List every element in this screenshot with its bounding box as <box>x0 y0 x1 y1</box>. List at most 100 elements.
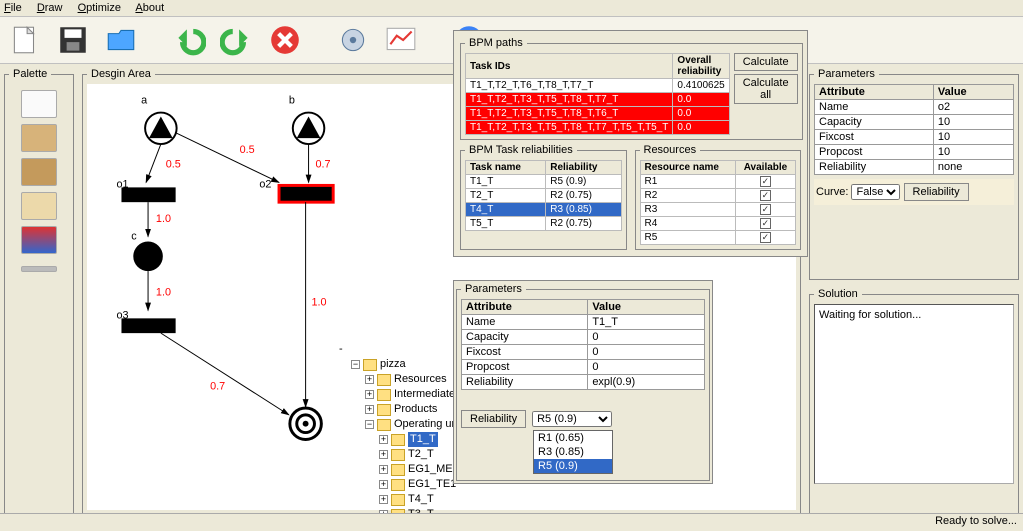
tree-expand-icon[interactable]: + <box>379 465 388 474</box>
palette-item-2[interactable] <box>21 124 57 152</box>
param-reliability[interactable]: none <box>933 160 1013 175</box>
checkbox[interactable]: ✓ <box>760 204 771 215</box>
tree-expand-icon[interactable]: + <box>365 375 374 384</box>
tree-expand-icon[interactable]: − <box>365 420 374 429</box>
folder-icon <box>391 434 405 446</box>
resources-table[interactable]: Resource nameAvailable R1✓ R2✓ R3✓ R4✓ R… <box>640 160 797 245</box>
tree-expand-icon[interactable]: + <box>379 450 388 459</box>
param-propcost[interactable]: 10 <box>933 145 1013 160</box>
folder-icon <box>377 419 391 431</box>
tree-expand-icon[interactable]: + <box>379 435 388 444</box>
param-reliability[interactable]: expl(0.9) <box>588 375 705 390</box>
table-row: T1_TR5 (0.9) <box>466 175 622 189</box>
redo-icon[interactable] <box>218 21 256 59</box>
calculate-all-button[interactable]: Calculate all <box>734 74 798 104</box>
param-fixcost[interactable]: 0 <box>588 345 705 360</box>
bpm-paths-table[interactable]: Task IDsOverall reliability T1_T,T2_T,T6… <box>465 53 730 135</box>
center-params-panel: Parameters AttributeValue NameT1_T Capac… <box>453 280 713 484</box>
node-a-label: a <box>141 95 148 107</box>
center-params-title: Parameters <box>461 283 526 295</box>
col-overall: Overall reliability <box>673 54 729 79</box>
tree-leaf[interactable]: EG1_TE1 <box>408 477 456 492</box>
tree-node[interactable]: Resources <box>394 372 447 387</box>
tree-node[interactable]: Intermediates <box>394 387 461 402</box>
param-capacity[interactable]: 10 <box>933 115 1013 130</box>
tree-expand-icon[interactable]: + <box>379 480 388 489</box>
checkbox[interactable]: ✓ <box>760 190 771 201</box>
save-icon[interactable] <box>54 21 92 59</box>
checkbox[interactable]: ✓ <box>760 218 771 229</box>
reliability-dropdown[interactable]: R1 (0.65) R3 (0.85) R5 (0.9) <box>533 430 613 474</box>
undo-icon[interactable] <box>170 21 208 59</box>
tree-view[interactable]: - −pizza +Resources +Intermediates +Prod… <box>339 342 469 531</box>
checkbox[interactable]: ✓ <box>760 232 771 243</box>
table-row: T1_T,T2_T,T6_T,T8_T,T7_T0.4100625 <box>466 79 730 93</box>
palette-item-4[interactable] <box>21 192 57 220</box>
menu-about[interactable]: About <box>135 2 164 14</box>
right-params-title: Parameters <box>814 68 879 80</box>
menu-file[interactable]: File <box>4 2 22 14</box>
palette-item-5[interactable] <box>21 226 57 254</box>
solution-title: Solution <box>814 288 862 300</box>
edge-c-o3: 1.0 <box>156 287 171 299</box>
palette-item-3[interactable] <box>21 158 57 186</box>
menu-optimize[interactable]: Optimize <box>78 2 121 14</box>
param-capacity[interactable]: 0 <box>588 330 705 345</box>
tree-expand-icon[interactable]: + <box>365 390 374 399</box>
folder-icon <box>391 479 405 491</box>
dropdown-option[interactable]: R1 (0.65) <box>534 431 612 445</box>
tree-expand-icon[interactable]: + <box>379 495 388 504</box>
param-fixcost[interactable]: 10 <box>933 130 1013 145</box>
edge-a-o1: 0.5 <box>166 159 181 171</box>
palette-item-1[interactable] <box>21 90 57 118</box>
reliability-select[interactable]: R5 (0.9) <box>532 411 612 427</box>
bpm-tasks-title: BPM Task reliabilities <box>465 144 577 156</box>
col-reliability: Reliability <box>546 161 621 175</box>
tree-root[interactable]: pizza <box>380 357 406 372</box>
table-row: R5✓ <box>640 231 796 245</box>
checkbox[interactable]: ✓ <box>760 176 771 187</box>
folder-icon <box>391 494 405 506</box>
reliability-button-right[interactable]: Reliability <box>904 183 969 201</box>
edge-o2-target: 1.0 <box>312 297 327 309</box>
center-params-table: AttributeValue NameT1_T Capacity0 Fixcos… <box>461 299 705 390</box>
bpm-paths-panel: BPM paths Task IDsOverall reliability T1… <box>453 30 808 257</box>
solution-panel: Solution Waiting for solution... <box>809 288 1019 516</box>
calculate-button[interactable]: Calculate <box>734 53 798 71</box>
tree-leaf-selected[interactable]: T1_T <box>408 432 438 447</box>
bpm-tasks-table[interactable]: Task nameReliability T1_TR5 (0.9) T2_TR2… <box>465 160 622 231</box>
status-text: Ready to solve... <box>935 515 1017 527</box>
col-taskname: Task name <box>466 161 546 175</box>
chart-icon[interactable] <box>382 21 420 59</box>
table-row: T1_T,T2_T,T3_T,T5_T,T8_T,T7_T,T5_T,T5_T0… <box>466 121 730 135</box>
folder-icon <box>363 359 377 371</box>
curve-select[interactable]: False <box>851 184 900 200</box>
menu-draw[interactable]: Draw <box>37 2 63 14</box>
palette-title: Palette <box>9 68 51 80</box>
reliability-button[interactable]: Reliability <box>461 410 526 428</box>
cancel-icon[interactable] <box>266 21 304 59</box>
design-area: Desgin Area a b 0.5 0.5 0.7 <box>82 68 801 516</box>
param-propcost[interactable]: 0 <box>588 360 705 375</box>
tree-leaf[interactable]: EG1_ME1 <box>408 462 459 477</box>
settings-icon[interactable] <box>334 21 372 59</box>
node-b-label: b <box>289 95 295 107</box>
tree-node[interactable]: Products <box>394 402 437 417</box>
node-c-label: c <box>131 231 137 243</box>
resources-title: Resources <box>640 144 701 156</box>
table-row: R1✓ <box>640 175 796 189</box>
palette-item-6[interactable] <box>21 266 57 272</box>
tree-expand-icon[interactable]: − <box>351 360 360 369</box>
tree-leaf[interactable]: T4_T <box>408 492 434 507</box>
table-row: T1_T,T2_T,T3_T,T5_T,T8_T,T7_T0.0 <box>466 93 730 107</box>
tree-expand-icon[interactable]: + <box>365 405 374 414</box>
param-name[interactable]: T1_T <box>588 315 705 330</box>
table-row: R4✓ <box>640 217 796 231</box>
node-o2-label: o2 <box>259 178 271 190</box>
new-file-icon[interactable] <box>6 21 44 59</box>
open-icon[interactable] <box>102 21 140 59</box>
dropdown-option[interactable]: R3 (0.85) <box>534 445 612 459</box>
dropdown-option-selected[interactable]: R5 (0.9) <box>534 459 612 473</box>
param-name[interactable]: o2 <box>933 100 1013 115</box>
tree-leaf[interactable]: T2_T <box>408 447 434 462</box>
